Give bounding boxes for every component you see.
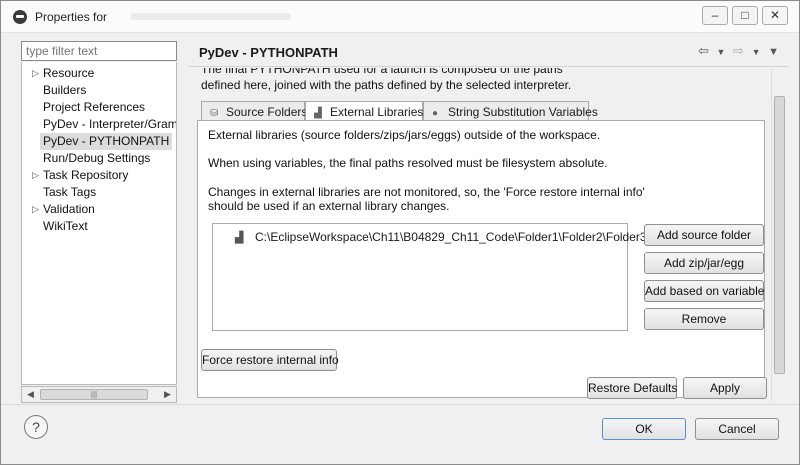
list-item[interactable]: ▟ C:\EclipseWorkspace\Ch11\B04829_Ch11_Co…	[235, 230, 647, 244]
page-title: PyDev - PYTHONPATH	[199, 45, 338, 60]
variables-note: When using variables, the final paths re…	[208, 156, 608, 170]
back-arrow-icon[interactable]: ⇦	[698, 43, 709, 59]
forward-arrow-icon[interactable]: ⇨	[733, 43, 744, 59]
intro-text: The final PYTHONPATH used for a launch i…	[201, 68, 572, 92]
remove-button[interactable]: Remove	[644, 308, 764, 330]
force-restore-button[interactable]: Force restore internal info	[201, 349, 339, 371]
tree-horizontal-scrollbar[interactable]: ◀ ||| ▶	[21, 386, 177, 403]
jar-folder-icon: ▟	[235, 232, 244, 244]
back-dropdown-icon[interactable]: ▼	[716, 47, 725, 57]
tree-item-pydev-pythonpath[interactable]: PyDev - PYTHONPATH	[22, 133, 176, 150]
expand-arrow-icon[interactable]: ▷	[32, 201, 39, 218]
expand-arrow-icon[interactable]: ▷	[32, 167, 39, 184]
description-text: External libraries (source folders/zips/…	[208, 128, 601, 142]
monitor-note-line1: Changes in external libraries are not mo…	[208, 185, 645, 199]
tree-item-run-debug-settings[interactable]: Run/Debug Settings	[22, 150, 176, 167]
minimize-button[interactable]: ‒	[702, 6, 728, 25]
apply-button[interactable]: Apply	[683, 377, 767, 399]
source-folders-icon: ⛁	[210, 108, 219, 119]
add-zip-jar-egg-button[interactable]: Add zip/jar/egg	[644, 252, 764, 274]
forward-dropdown-icon[interactable]: ▼	[752, 47, 761, 57]
scroll-right-icon[interactable]: ▶	[159, 387, 176, 402]
tree-item-resource[interactable]: ▷ Resource	[22, 65, 176, 82]
tree-item-task-tags[interactable]: Task Tags	[22, 184, 176, 201]
page-vertical-scrollbar[interactable]	[771, 68, 786, 401]
filter-input[interactable]	[21, 41, 177, 61]
title-bar: Properties for ‒ □ ✕	[1, 1, 799, 33]
add-source-folder-button[interactable]: Add source folder	[644, 224, 764, 246]
tree-item-pydev-interpreter[interactable]: PyDev - Interpreter/Gramm	[22, 116, 176, 133]
scroll-thumb[interactable]: |||	[40, 389, 148, 400]
tree-item-builders[interactable]: Builders	[22, 82, 176, 99]
library-list[interactable]: ▟ C:\EclipseWorkspace\Ch11\B04829_Ch11_Co…	[212, 223, 647, 331]
footer-divider	[1, 404, 799, 405]
scroll-left-icon[interactable]: ◀	[22, 387, 39, 402]
page-content: The final PYTHONPATH used for a launch i…	[189, 68, 771, 401]
window-title: Properties for	[35, 10, 108, 24]
property-tree: ▷ Resource Builders Project References P…	[21, 62, 177, 385]
tab-external-libraries[interactable]: ▟ External Libraries	[305, 101, 423, 122]
tab-string-substitution[interactable]: ● String Substitution Variables	[423, 101, 598, 121]
page-nav: ⇦ ▼ ⇨ ▼ ▼	[694, 43, 779, 59]
tab-source-folders[interactable]: ⛁ Source Folders	[201, 101, 307, 121]
monitor-note-line2: should be used if an external library ch…	[208, 199, 450, 213]
external-libraries-icon: ▟	[314, 108, 322, 119]
tree-item-project-references[interactable]: Project References	[22, 99, 176, 116]
add-variable-button[interactable]: Add based on variable	[644, 280, 764, 302]
tree-item-wikitext[interactable]: WikiText	[22, 218, 176, 235]
eclipse-app-icon	[13, 10, 27, 24]
properties-dialog: Properties for ‒ □ ✕ ▷ Resource Builders…	[0, 0, 800, 465]
tree-item-validation[interactable]: ▷ Validation	[22, 201, 176, 218]
expand-arrow-icon[interactable]: ▷	[32, 65, 39, 82]
help-icon[interactable]: ?	[24, 415, 48, 439]
string-substitution-icon: ●	[432, 108, 439, 119]
maximize-button[interactable]: □	[732, 6, 758, 25]
scroll-thumb[interactable]	[774, 96, 785, 374]
cancel-button[interactable]: Cancel	[695, 418, 779, 440]
view-menu-icon[interactable]: ▼	[768, 46, 779, 58]
tree-item-task-repository[interactable]: ▷ Task Repository	[22, 167, 176, 184]
title-blurred-text	[131, 13, 291, 20]
page-header: PyDev - PYTHONPATH ⇦ ▼ ⇨ ▼ ▼	[189, 39, 789, 67]
ok-button[interactable]: OK	[602, 418, 686, 440]
close-button[interactable]: ✕	[762, 6, 788, 25]
restore-defaults-button[interactable]: Restore Defaults	[587, 377, 677, 399]
